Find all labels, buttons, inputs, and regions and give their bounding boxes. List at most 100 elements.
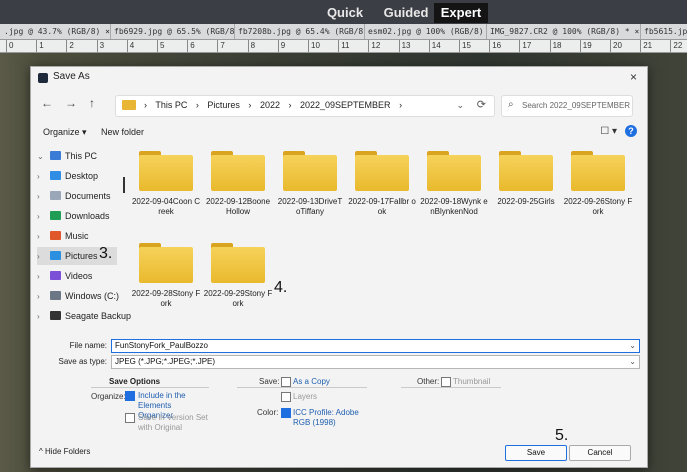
folder-name: 2022-09-17Fallbr ook bbox=[348, 197, 416, 216]
ruler-tick: 0 bbox=[6, 40, 13, 52]
hide-folders-button[interactable]: ^ Hide Folders bbox=[39, 447, 90, 456]
chevron-right-icon[interactable]: › bbox=[37, 208, 47, 226]
folder-item[interactable]: 2022-09-17Fallbr ook bbox=[347, 151, 417, 217]
documents-icon bbox=[50, 191, 61, 200]
folder-name: 2022-09-28Stony Fork bbox=[131, 289, 201, 308]
doc-tab[interactable]: fb5615.jpg @ bbox=[640, 24, 687, 39]
ruler-tick: 21 bbox=[640, 40, 652, 52]
nav-item-music[interactable]: › Music bbox=[37, 227, 89, 245]
chevron-right-icon[interactable]: › bbox=[37, 168, 47, 186]
chevron-right-icon[interactable]: › bbox=[37, 308, 47, 326]
new-folder-button[interactable]: New folder bbox=[101, 127, 144, 137]
pane-splitter[interactable] bbox=[123, 177, 125, 193]
music-icon bbox=[50, 231, 61, 240]
breadcrumb-pictures[interactable]: Pictures bbox=[207, 100, 240, 110]
ruler-tick: 7 bbox=[217, 40, 225, 52]
nav-item-downloads[interactable]: › Downloads bbox=[37, 207, 110, 225]
chevron-right-icon[interactable]: › bbox=[37, 248, 47, 266]
folder-item[interactable]: 2022-09-29Stony Fork bbox=[203, 243, 273, 309]
save-button[interactable]: Save bbox=[505, 445, 567, 461]
breadcrumb-separator[interactable]: › bbox=[399, 100, 402, 110]
back-arrow-icon[interactable]: ← bbox=[41, 96, 53, 110]
ruler-tick: 19 bbox=[579, 40, 592, 52]
breadcrumb-this-pc[interactable]: This PC bbox=[155, 100, 187, 110]
doc-tab[interactable]: fb6929.jpg @ 65.5% (RGB/8) × bbox=[110, 24, 235, 39]
search-input[interactable]: ⌕ Search 2022_09SEPTEMBER bbox=[501, 95, 633, 117]
mode-quick[interactable]: Quick bbox=[320, 3, 370, 23]
folder-item[interactable]: 2022-09-25Girls bbox=[491, 151, 561, 207]
breadcrumb-2022-09september[interactable]: 2022_09SEPTEMBER bbox=[300, 100, 391, 110]
checkbox-checked-icon[interactable] bbox=[281, 408, 291, 418]
address-bar[interactable]: › This PC › Pictures › 2022 › 2022_09SEP… bbox=[115, 95, 495, 117]
chevron-right-icon[interactable]: › bbox=[37, 188, 47, 206]
ruler-tick: 15 bbox=[459, 40, 471, 52]
breadcrumb-separator[interactable]: › bbox=[196, 100, 199, 110]
checkbox-empty-icon[interactable] bbox=[281, 392, 291, 402]
annotation-4: 4. bbox=[274, 279, 288, 296]
up-arrow-icon[interactable]: ↑ bbox=[89, 96, 95, 110]
include-organizer-checkbox[interactable] bbox=[125, 391, 137, 402]
nav-item-desktop[interactable]: › Desktop bbox=[37, 167, 98, 185]
drive-icon bbox=[50, 291, 61, 300]
save-as-type-row: Save as type: JPEG (*.JPG;*.JPEG;*.JPE) … bbox=[31, 355, 647, 371]
breadcrumb-separator[interactable]: › bbox=[248, 100, 251, 110]
mode-guided[interactable]: Guided bbox=[378, 3, 434, 23]
help-icon[interactable]: ? bbox=[625, 125, 637, 137]
nav-item-this-pc[interactable]: ⌄ This PC bbox=[37, 147, 97, 165]
checkbox-empty-icon[interactable] bbox=[125, 413, 135, 423]
divider bbox=[91, 387, 209, 388]
navigation-pane: ⌄ This PC › Desktop › Documents › Downloads › Mus… bbox=[31, 147, 131, 333]
breadcrumb-separator[interactable]: › bbox=[288, 100, 291, 110]
chevron-down-icon[interactable]: ⌄ bbox=[629, 356, 636, 368]
close-icon[interactable]: × bbox=[630, 70, 637, 84]
chevron-right-icon[interactable]: › bbox=[37, 268, 47, 286]
version-set-checkbox[interactable] bbox=[125, 413, 137, 424]
file-name-field[interactable]: FunStonyFork_PaulBozzo ⌄ bbox=[111, 339, 640, 353]
ruler-tick: 22 bbox=[670, 40, 682, 52]
dialog-title: Save As bbox=[53, 71, 90, 82]
nav-item-documents[interactable]: › Documents bbox=[37, 187, 111, 205]
thumbnail-checkbox[interactable] bbox=[441, 377, 453, 388]
desktop-icon bbox=[50, 171, 61, 180]
nav-item-seagate-backup[interactable]: › Seagate Backup bbox=[37, 307, 131, 325]
as-a-copy-checkbox[interactable] bbox=[281, 377, 293, 388]
chevron-down-icon[interactable]: ⌄ bbox=[629, 340, 636, 352]
chevron-down-icon[interactable]: ⌄ bbox=[456, 100, 464, 111]
nav-item-label: Music bbox=[65, 231, 89, 241]
forward-arrow-icon[interactable]: → bbox=[65, 96, 77, 110]
doc-tab[interactable]: IMG_9827.CR2 @ 100% (RGB/8) * × bbox=[486, 24, 641, 39]
doc-tab[interactable]: esm02.jpg @ 100% (RGB/8) × bbox=[364, 24, 487, 39]
chevron-down-icon[interactable]: ⌄ bbox=[37, 148, 47, 166]
ruler-tick: 11 bbox=[338, 40, 350, 52]
cancel-button[interactable]: Cancel bbox=[569, 445, 631, 461]
folder-item[interactable]: 2022-09-18Wynk enBlynkenNod bbox=[419, 151, 489, 217]
checkbox-empty-icon[interactable] bbox=[441, 377, 451, 387]
divider bbox=[237, 387, 367, 388]
chevron-right-icon[interactable]: › bbox=[37, 288, 47, 306]
folder-item[interactable]: 2022-09-12Boone Hollow bbox=[203, 151, 273, 217]
organize-menu[interactable]: Organize ▾ bbox=[43, 127, 87, 138]
doc-tab[interactable]: .jpg @ 43.7% (RGB/8) × bbox=[0, 24, 111, 39]
view-options-icon[interactable]: ☐ ▾ bbox=[600, 126, 617, 137]
refresh-icon[interactable]: ⟳ bbox=[477, 98, 486, 111]
folder-item[interactable]: 2022-09-13DriveT oTiffany bbox=[275, 151, 345, 217]
checkbox-empty-icon[interactable] bbox=[281, 377, 291, 387]
folder-name: 2022-09-18Wynk enBlynkenNod bbox=[420, 197, 488, 216]
chevron-right-icon[interactable]: › bbox=[37, 228, 47, 246]
folder-item[interactable]: 2022-09-26Stony Fork bbox=[563, 151, 633, 217]
nav-item-windows-c[interactable]: › Windows (C:) bbox=[37, 287, 119, 305]
nav-item-label: Downloads bbox=[65, 211, 110, 221]
breadcrumb-2022[interactable]: 2022 bbox=[260, 100, 280, 110]
nav-item-videos[interactable]: › Videos bbox=[37, 267, 92, 285]
folder-item[interactable]: 2022-09-04Coon Creek bbox=[131, 151, 201, 217]
folder-item[interactable]: 2022-09-28Stony Fork bbox=[131, 243, 201, 309]
checkbox-checked-icon[interactable] bbox=[125, 391, 135, 401]
save-as-type-select[interactable]: JPEG (*.JPG;*.JPEG;*.JPE) ⌄ bbox=[111, 355, 640, 369]
icc-profile-checkbox[interactable] bbox=[281, 408, 293, 419]
external-drive-icon bbox=[50, 311, 61, 320]
ruler-tick: 17 bbox=[519, 40, 531, 52]
mode-expert[interactable]: Expert bbox=[434, 3, 488, 23]
layers-checkbox[interactable] bbox=[281, 392, 293, 403]
file-name-value: FunStonyFork_PaulBozzo bbox=[115, 341, 208, 350]
doc-tab[interactable]: fb7208b.jpg @ 65.4% (RGB/8) × bbox=[234, 24, 365, 39]
